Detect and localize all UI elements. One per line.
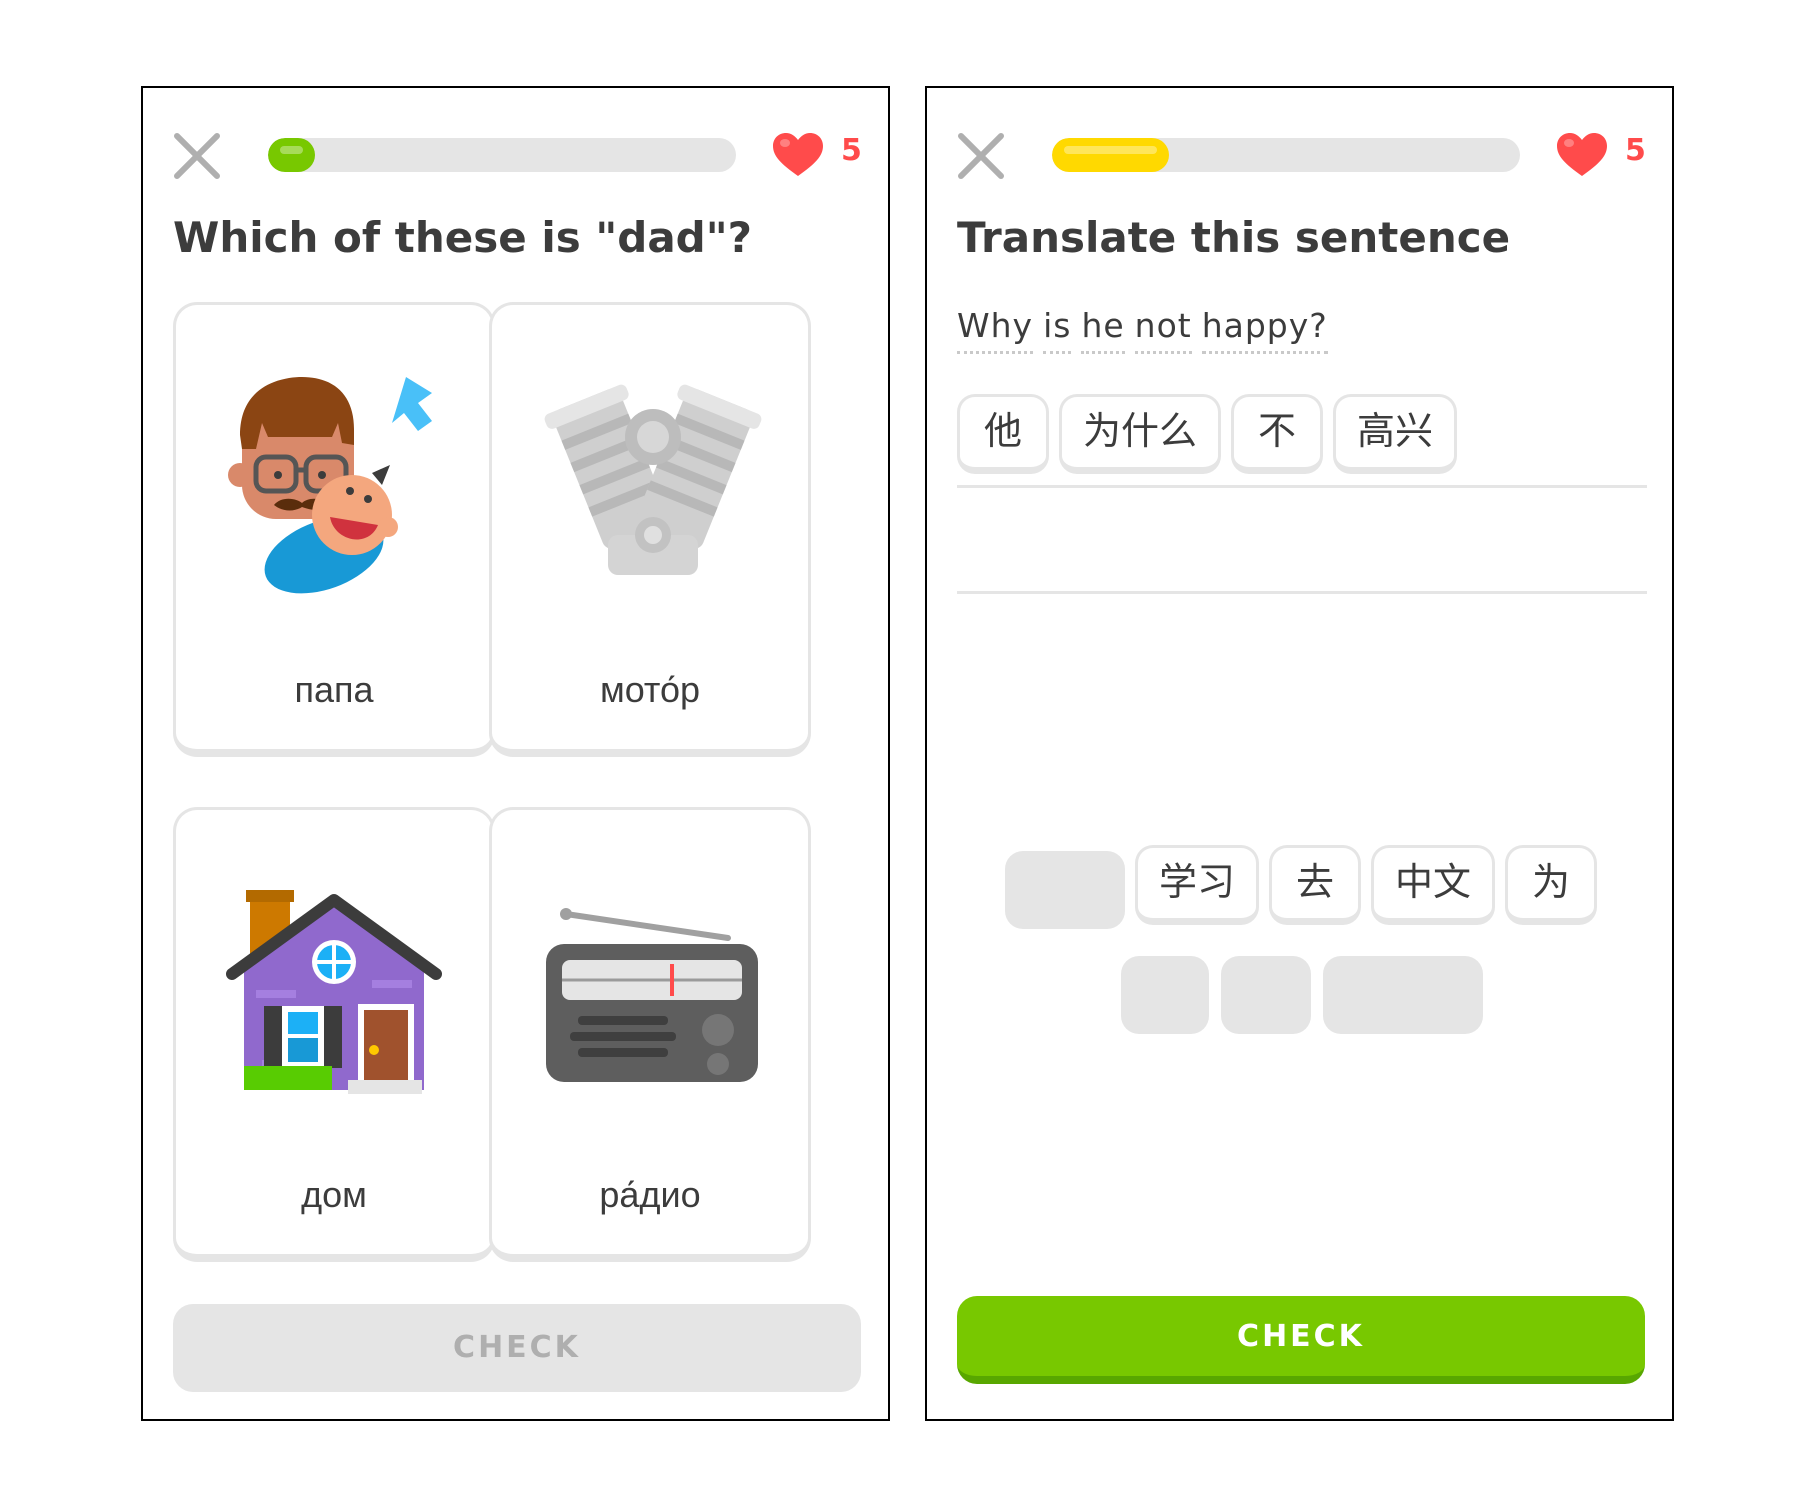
answer-tile[interactable]: 高兴 <box>1333 394 1457 474</box>
word-bank-tile[interactable]: 学习 <box>1135 845 1259 925</box>
sentence-word[interactable]: is <box>1043 306 1072 354</box>
empty-tile-slot <box>1323 956 1483 1034</box>
word-bank-tile[interactable]: 为 <box>1505 845 1597 925</box>
word-bank-tile[interactable]: 中文 <box>1371 845 1495 925</box>
answer-line <box>957 591 1647 594</box>
source-sentence: Why is he not happy? <box>957 306 1338 354</box>
check-button[interactable]: CHECK <box>173 1304 861 1392</box>
prompt-title: Which of these is "dad"? <box>173 213 752 262</box>
sentence-word[interactable]: he <box>1081 306 1125 354</box>
answer-line <box>957 485 1647 488</box>
progress-fill <box>1052 138 1169 172</box>
check-button[interactable]: CHECK <box>957 1296 1645 1384</box>
option-word: мото́р <box>599 669 701 710</box>
empty-tile-slot <box>1005 851 1125 929</box>
option-card-motor[interactable]: мото́р <box>489 302 811 757</box>
prompt-title: Translate this sentence <box>957 213 1511 262</box>
option-word: папа <box>294 669 374 710</box>
house-icon <box>226 890 442 1094</box>
progress-fill <box>268 138 315 172</box>
answer-tile[interactable]: 为什么 <box>1059 394 1221 474</box>
option-word: дом <box>301 1174 367 1215</box>
option-card-dom[interactable]: дом <box>173 807 495 1262</box>
right-lesson-screen: 5 Translate this sentence Why is he not happ… <box>925 86 1674 1421</box>
sentence-word[interactable]: happy? <box>1201 306 1328 354</box>
close-icon[interactable] <box>955 130 1007 182</box>
sentence-word[interactable]: not <box>1134 306 1192 354</box>
sentence-word[interactable]: Why <box>957 306 1034 354</box>
answer-tile[interactable]: 他 <box>957 394 1049 474</box>
progress-bar <box>1052 138 1520 172</box>
radio-icon <box>546 908 758 1082</box>
option-word: ра́дио <box>599 1174 701 1215</box>
hearts-count: 5 <box>1625 133 1646 168</box>
left-lesson-screen: 5 Which of these is "dad"? папа мото́р д… <box>141 86 890 1421</box>
close-icon[interactable] <box>171 130 223 182</box>
father-and-baby-icon <box>228 377 432 594</box>
word-bank-tile[interactable]: 去 <box>1269 845 1361 925</box>
empty-tile-slot <box>1221 956 1311 1034</box>
progress-bar <box>268 138 736 172</box>
heart-icon <box>773 133 823 176</box>
engine-icon <box>544 384 762 575</box>
option-card-radio[interactable]: ра́дио <box>489 807 811 1262</box>
answer-tile[interactable]: 不 <box>1231 394 1323 474</box>
option-card-papa[interactable]: папа <box>173 302 495 757</box>
empty-tile-slot <box>1121 956 1209 1034</box>
heart-icon <box>1557 133 1607 176</box>
hearts-count: 5 <box>841 133 862 168</box>
